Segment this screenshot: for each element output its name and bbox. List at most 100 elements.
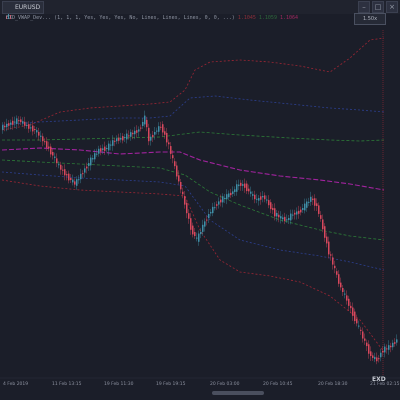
candle-body bbox=[64, 169, 66, 176]
candle-body bbox=[68, 173, 70, 181]
candle-body bbox=[290, 213, 292, 221]
candle-body bbox=[170, 146, 172, 154]
candle-body bbox=[106, 148, 108, 149]
candle-body bbox=[104, 146, 106, 151]
candle-body bbox=[48, 146, 50, 149]
candle-body bbox=[310, 196, 312, 202]
candle-body bbox=[108, 143, 110, 151]
x-axis-label: 19 Feb 11:30 bbox=[104, 382, 134, 387]
candle-body bbox=[116, 138, 118, 142]
candle-body bbox=[334, 265, 336, 269]
candle-body bbox=[4, 125, 6, 128]
candle-body bbox=[300, 209, 302, 213]
candle-body bbox=[36, 130, 38, 133]
candle-body bbox=[278, 214, 280, 218]
candle-body bbox=[206, 219, 208, 221]
candle-body bbox=[132, 132, 134, 135]
candle-body bbox=[308, 201, 310, 203]
candle-body bbox=[46, 141, 48, 148]
candle-body bbox=[40, 135, 42, 137]
candle-body bbox=[10, 122, 12, 125]
candle-body bbox=[266, 199, 268, 201]
candle-body bbox=[178, 175, 180, 182]
candle-body bbox=[230, 192, 232, 196]
candle-body bbox=[208, 214, 210, 218]
candle-body bbox=[130, 132, 132, 137]
candle-body bbox=[332, 257, 334, 265]
candle-body bbox=[244, 183, 246, 188]
candle-body bbox=[110, 144, 112, 146]
candle-body bbox=[102, 148, 104, 151]
candle-body bbox=[76, 179, 78, 186]
candle-body bbox=[268, 200, 270, 206]
candle-body bbox=[394, 342, 396, 344]
candle-body bbox=[168, 142, 170, 145]
candle-body bbox=[378, 358, 380, 360]
candle-body bbox=[262, 196, 264, 198]
x-axis-label: 20 Feb 18:30 bbox=[318, 382, 348, 387]
candle-body bbox=[294, 212, 296, 215]
x-axis: 4 Feb 2019 11 Feb 13:15 19 Feb 11:30 19 … bbox=[0, 378, 400, 390]
candle-body bbox=[182, 191, 184, 195]
candle-body bbox=[18, 120, 20, 122]
candle-body bbox=[242, 184, 244, 186]
upper-band-green bbox=[2, 131, 385, 142]
candle-body bbox=[344, 293, 346, 295]
candle-body bbox=[390, 345, 392, 348]
candle-body bbox=[52, 152, 54, 156]
candle-body bbox=[254, 194, 256, 200]
vwap-line bbox=[1, 147, 385, 191]
candle-body bbox=[330, 254, 332, 256]
candle-body bbox=[148, 127, 150, 142]
candle-body bbox=[150, 136, 152, 141]
candle-body bbox=[342, 288, 344, 292]
candle-body bbox=[6, 123, 8, 128]
candle-body bbox=[204, 221, 206, 227]
candle-body bbox=[356, 318, 358, 324]
candle-body bbox=[174, 161, 176, 167]
candle-body bbox=[346, 295, 348, 301]
candle-body bbox=[226, 194, 228, 200]
candle-body bbox=[122, 136, 124, 141]
candle-body bbox=[186, 202, 188, 214]
candle-body bbox=[126, 133, 128, 140]
candle-body bbox=[216, 204, 218, 206]
candle-body bbox=[172, 155, 174, 159]
candle-body bbox=[360, 329, 362, 331]
candle-body bbox=[374, 356, 376, 360]
candle-body bbox=[158, 126, 160, 132]
candle-body bbox=[288, 218, 290, 220]
candle-body bbox=[256, 198, 258, 200]
candle-body bbox=[74, 181, 76, 185]
candle-body bbox=[90, 157, 92, 166]
candle-body bbox=[134, 130, 136, 135]
candle-body bbox=[392, 342, 394, 348]
candle-body bbox=[88, 163, 90, 166]
candle-body bbox=[144, 115, 146, 125]
candle-body bbox=[292, 214, 294, 216]
candle-body bbox=[154, 132, 156, 135]
candle-body bbox=[136, 130, 138, 133]
candle-body bbox=[358, 325, 360, 327]
horizontal-scrollbar[interactable] bbox=[212, 391, 264, 395]
candle-body bbox=[350, 305, 352, 309]
candle-body bbox=[298, 210, 300, 214]
candle-body bbox=[252, 194, 254, 196]
candle-body bbox=[370, 351, 372, 356]
candle-body bbox=[56, 158, 58, 164]
price-chart[interactable] bbox=[0, 0, 400, 400]
candle-body bbox=[180, 182, 182, 190]
candle-body bbox=[388, 345, 390, 350]
upper-band-red bbox=[1, 37, 385, 131]
candle-body bbox=[364, 338, 366, 341]
candle-body bbox=[202, 224, 204, 232]
candle-body bbox=[72, 179, 74, 183]
candle-body bbox=[152, 134, 154, 138]
candle-body bbox=[272, 207, 274, 211]
candle-body bbox=[354, 311, 356, 322]
candle-body bbox=[94, 153, 96, 160]
candle-body bbox=[194, 232, 196, 236]
candle-body bbox=[302, 208, 304, 210]
candle-body bbox=[30, 127, 32, 129]
candle-body bbox=[312, 198, 314, 201]
